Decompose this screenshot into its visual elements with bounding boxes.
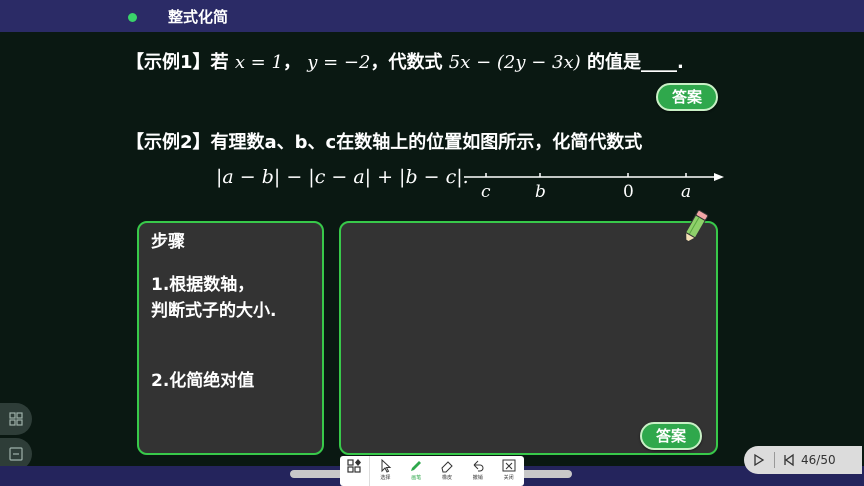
example1-y-eq: y = −2 bbox=[307, 52, 371, 73]
answer-button-2[interactable]: 答案 bbox=[640, 422, 702, 450]
undo-icon bbox=[473, 460, 484, 472]
page-counter: 46/50 bbox=[801, 453, 836, 467]
steps-heading: 步骤 bbox=[151, 232, 185, 252]
select-tool-label: 选择 bbox=[380, 475, 391, 481]
example1-suffix: 的值是____. bbox=[586, 52, 684, 73]
close-tool-label: 关闭 bbox=[503, 475, 514, 481]
prev-page-icon[interactable] bbox=[783, 453, 795, 467]
step1-line2: 判断式子的大小. bbox=[151, 301, 277, 321]
example1-prefix: 【示例1】若 bbox=[126, 52, 229, 73]
number-line-label-b: b bbox=[535, 182, 546, 202]
example1-sep2: ，代数式 bbox=[370, 52, 443, 73]
pen-tool-label: 画笔 bbox=[411, 475, 422, 481]
window-icon bbox=[9, 447, 23, 461]
answer-button-1[interactable]: 答案 bbox=[656, 83, 718, 111]
play-icon[interactable] bbox=[752, 453, 766, 467]
number-line-arrow bbox=[714, 173, 724, 181]
pencil-icon[interactable] bbox=[679, 208, 709, 248]
step2-text: 2.化简绝对值 bbox=[151, 371, 255, 391]
example1-line: 【示例1】若 x = 1， y = −2，代数式 5x − (2y − 3x) … bbox=[126, 48, 684, 74]
grid-icon bbox=[9, 412, 23, 426]
eraser-tool[interactable]: 橡皮 bbox=[432, 456, 463, 486]
close-icon bbox=[502, 459, 516, 472]
steps-panel: 步骤 1.根据数轴， 判断式子的大小. 2.化简绝对值 bbox=[137, 221, 324, 455]
grid-tool-button[interactable] bbox=[0, 403, 32, 435]
eraser-icon bbox=[441, 461, 453, 473]
example1-x-eq: x = 1 bbox=[234, 52, 283, 73]
number-line-label-c: c bbox=[481, 182, 491, 202]
close-tool[interactable]: 关闭 bbox=[493, 456, 524, 486]
eraser-tool-label: 橡皮 bbox=[441, 475, 452, 481]
undo-tool-label: 撤销 bbox=[472, 475, 483, 481]
apps-icon bbox=[346, 459, 361, 473]
select-tool[interactable]: 选择 bbox=[370, 456, 401, 486]
bullet-dot-icon bbox=[128, 13, 137, 22]
pen-tool[interactable]: 画笔 bbox=[401, 456, 432, 486]
example2-line1: 【示例2】有理数a、b、c在数轴上的位置如图所示，化简代数式 bbox=[126, 132, 643, 153]
pager-divider bbox=[774, 452, 775, 468]
page-title: 整式化简 bbox=[168, 8, 229, 26]
number-line-label-a: a bbox=[681, 182, 692, 202]
page-navigator: 46/50 bbox=[744, 446, 862, 474]
pen-icon bbox=[411, 461, 422, 471]
example2-expression: |a − b| − |c − a| + |b − c|. bbox=[216, 166, 469, 188]
drawing-toolbar: 选择 画笔 橡皮 撤销 关闭 bbox=[340, 456, 524, 486]
number-line-label-zero: 0 bbox=[623, 182, 634, 202]
writing-panel[interactable] bbox=[339, 221, 718, 455]
apps-button[interactable] bbox=[340, 456, 370, 486]
cursor-icon bbox=[381, 459, 392, 473]
header-bar: 整式化简 bbox=[0, 0, 864, 32]
undo-tool[interactable]: 撤销 bbox=[462, 456, 493, 486]
example1-sep1: ， bbox=[282, 52, 301, 73]
example1-expression: 5x − (2y − 3x) bbox=[448, 52, 581, 73]
step1-line1: 1.根据数轴， bbox=[151, 275, 255, 295]
